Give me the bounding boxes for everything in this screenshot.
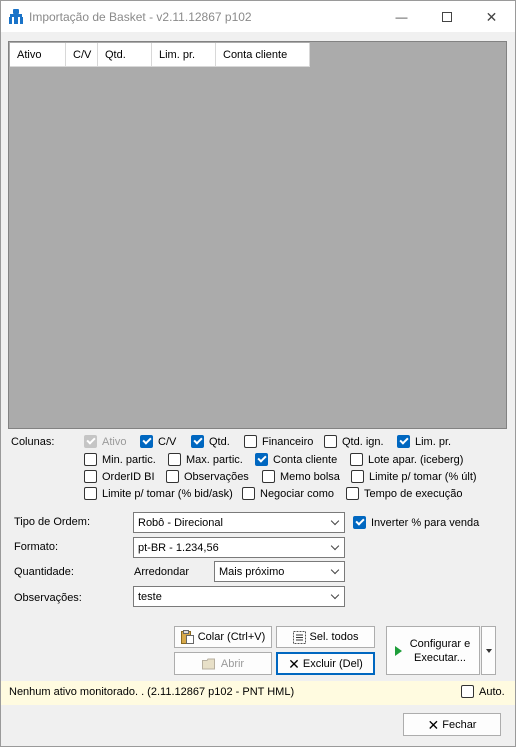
select-all-button-label: Sel. todos (309, 631, 359, 643)
app-logo-icon (9, 9, 23, 24)
column-header-cv[interactable]: C/V (66, 43, 98, 67)
checkbox-lim-pr[interactable] (397, 435, 410, 448)
column-header-conta-cliente[interactable]: Conta cliente (216, 43, 310, 67)
checkbox-qtd[interactable] (191, 435, 204, 448)
notes-select[interactable]: teste (133, 586, 345, 607)
chevron-down-icon (326, 565, 344, 575)
grid-header: Ativo C/V Qtd. Lim. pr. Conta cliente (10, 43, 310, 67)
close-icon: ✕ (485, 8, 498, 25)
checkbox-conta-cliente[interactable] (255, 453, 268, 466)
open-button: Abrir (174, 652, 272, 675)
checkbox-invert[interactable] (353, 516, 366, 529)
round-value: Mais próximo (219, 565, 285, 578)
title-bar: Importação de Basket - v2.11.12867 p102 … (0, 0, 516, 32)
maximize-button[interactable] (424, 1, 469, 33)
order-type-value: Robô - Direcional (138, 516, 223, 529)
checkbox-financeiro[interactable] (244, 435, 257, 448)
col-option-limite-bid-ask[interactable]: Limite p/ tomar (% bid/ask) (84, 487, 233, 500)
order-type-select[interactable]: Robô - Direcional (133, 512, 345, 533)
col-option-orderid-bi[interactable]: OrderID BI (84, 470, 155, 483)
clipboard-icon (180, 630, 194, 644)
minimize-icon: — (395, 10, 408, 24)
col-option-memo-bolsa[interactable]: Memo bolsa (262, 470, 340, 483)
column-header-ativo[interactable]: Ativo (10, 43, 66, 67)
configure-execute-label: Configurar e Executar... (409, 637, 471, 664)
notes-value: teste (138, 590, 162, 603)
checkbox-limite-ult[interactable] (351, 470, 364, 483)
round-label: Arredondar (134, 566, 190, 578)
close-window-button[interactable]: ✕ (469, 1, 514, 33)
close-button-label: Fechar (442, 718, 477, 731)
round-select[interactable]: Mais próximo (214, 561, 345, 582)
checkbox-qtd-ign[interactable] (324, 435, 337, 448)
configure-dropdown-button[interactable] (481, 626, 496, 675)
checkbox-tempo-execucao[interactable] (346, 487, 359, 500)
checkbox-max-partic[interactable] (168, 453, 181, 466)
col-option-min-partic[interactable]: Min. partic. (84, 453, 156, 466)
columns-label: Colunas: (11, 436, 55, 448)
col-option-tempo-execucao[interactable]: Tempo de execução (346, 487, 462, 500)
basket-grid[interactable]: Ativo C/V Qtd. Lim. pr. Conta cliente (8, 41, 507, 429)
checkbox-negociar-como[interactable] (242, 487, 255, 500)
col-option-lim-pr[interactable]: Lim. pr. (397, 435, 451, 448)
col-option-ativo: Ativo (84, 435, 126, 448)
play-icon (395, 645, 402, 656)
col-option-observacoes[interactable]: Observações (166, 470, 249, 483)
col-option-financeiro[interactable]: Financeiro (244, 435, 313, 448)
checkbox-orderid-bi[interactable] (84, 470, 97, 483)
invert-option[interactable]: Inverter % para venda (353, 516, 479, 529)
status-text: Nenhum ativo monitorado. . (2.11.12867 p… (9, 686, 295, 698)
checkbox-auto[interactable] (461, 685, 474, 698)
select-all-button[interactable]: Sel. todos (276, 626, 375, 648)
col-option-qtd[interactable]: Qtd. (191, 435, 230, 448)
open-button-label: Abrir (220, 657, 245, 670)
dropdown-arrow-icon (485, 648, 492, 653)
column-header-qtd[interactable]: Qtd. (98, 43, 152, 67)
chevron-down-icon (326, 590, 344, 600)
checkbox-observacoes[interactable] (166, 470, 179, 483)
format-select[interactable]: pt-BR - 1.234,56 (133, 537, 345, 558)
maximize-icon (441, 12, 452, 22)
col-option-max-partic[interactable]: Max. partic. (168, 453, 243, 466)
column-header-lim-pr[interactable]: Lim. pr. (152, 43, 216, 67)
format-value: pt-BR - 1.234,56 (138, 541, 219, 554)
quantity-label: Quantidade: (14, 566, 74, 578)
col-option-limite-ult[interactable]: Limite p/ tomar (% últ) (351, 470, 477, 483)
delete-button[interactable]: ✕ Excluir (Del) (276, 652, 375, 675)
configure-execute-button[interactable]: Configurar e Executar... (386, 626, 480, 675)
select-all-icon (292, 630, 306, 644)
folder-icon (201, 658, 216, 670)
checkbox-ativo (84, 435, 97, 448)
checkbox-limite-bid-ask[interactable] (84, 487, 97, 500)
minimize-button[interactable]: — (379, 1, 424, 33)
window-title: Importação de Basket - v2.11.12867 p102 (29, 10, 252, 24)
auto-option[interactable]: Auto. (461, 685, 505, 698)
checkbox-memo-bolsa[interactable] (262, 470, 275, 483)
col-option-qtd-ign[interactable]: Qtd. ign. (324, 435, 384, 448)
col-option-lote-apar[interactable]: Lote apar. (iceberg) (350, 453, 463, 466)
chevron-down-icon (326, 516, 344, 526)
checkbox-lote-apar[interactable] (350, 453, 363, 466)
paste-button[interactable]: Colar (Ctrl+V) (174, 626, 272, 648)
checkbox-cv[interactable] (140, 435, 153, 448)
close-icon: ✕ (427, 716, 440, 733)
col-option-cv[interactable]: C/V (140, 435, 176, 448)
close-button[interactable]: ✕ Fechar (403, 713, 501, 736)
paste-button-label: Colar (Ctrl+V) (197, 631, 266, 643)
delete-icon: ✕ (288, 655, 300, 672)
delete-button-label: Excluir (Del) (302, 657, 363, 670)
order-type-label: Tipo de Ordem: (14, 516, 91, 528)
format-label: Formato: (14, 541, 59, 553)
chevron-down-icon (326, 541, 344, 551)
notes-label: Observações: (14, 592, 82, 604)
col-option-conta-cliente[interactable]: Conta cliente (255, 453, 337, 466)
col-option-negociar-como[interactable]: Negociar como (242, 487, 334, 500)
checkbox-min-partic[interactable] (84, 453, 97, 466)
